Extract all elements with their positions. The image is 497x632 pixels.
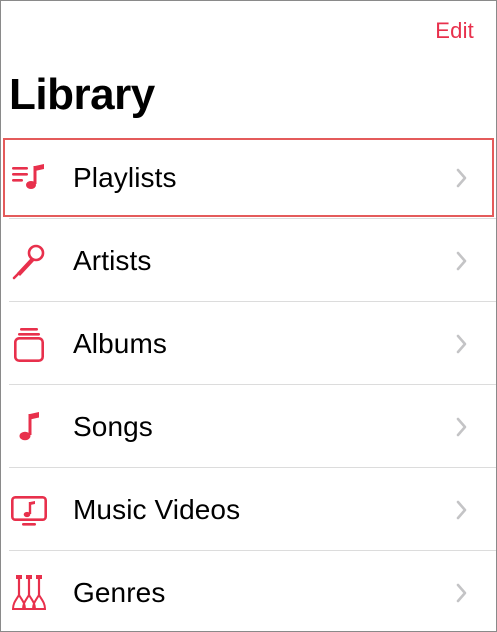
music-note-icon bbox=[7, 405, 51, 449]
playlists-icon bbox=[7, 156, 51, 200]
library-item-artists[interactable]: Artists bbox=[1, 219, 496, 302]
library-item-genres[interactable]: Genres bbox=[1, 551, 496, 631]
chevron-right-icon bbox=[456, 334, 467, 353]
music-videos-icon bbox=[7, 488, 51, 532]
library-item-label: Genres bbox=[73, 576, 166, 608]
chevron-right-icon bbox=[456, 500, 467, 519]
library-item-albums[interactable]: Albums bbox=[1, 302, 496, 385]
chevron-right-icon bbox=[456, 417, 467, 436]
library-item-label: Artists bbox=[73, 244, 152, 276]
chevron-right-icon bbox=[456, 168, 467, 187]
library-item-label: Music Videos bbox=[73, 493, 241, 525]
library-item-songs[interactable]: Songs bbox=[1, 385, 496, 468]
library-item-playlists[interactable]: Playlists bbox=[1, 136, 496, 219]
library-item-label: Albums bbox=[73, 327, 167, 359]
genres-guitar-icon bbox=[7, 571, 51, 615]
library-list: Playlists Artists Albums Songs Music Vid… bbox=[1, 136, 496, 631]
chevron-right-icon bbox=[456, 251, 467, 270]
library-item-label: Playlists bbox=[73, 161, 177, 193]
albums-icon bbox=[7, 322, 51, 366]
edit-button[interactable]: Edit bbox=[435, 18, 474, 44]
artists-microphone-icon bbox=[7, 239, 51, 283]
library-screen: Edit Library Playlists Artists Albums So… bbox=[0, 0, 497, 632]
page-title: Library bbox=[9, 70, 155, 119]
chevron-right-icon bbox=[456, 583, 467, 602]
library-item-label: Songs bbox=[73, 410, 153, 442]
library-item-music-videos[interactable]: Music Videos bbox=[1, 468, 496, 551]
